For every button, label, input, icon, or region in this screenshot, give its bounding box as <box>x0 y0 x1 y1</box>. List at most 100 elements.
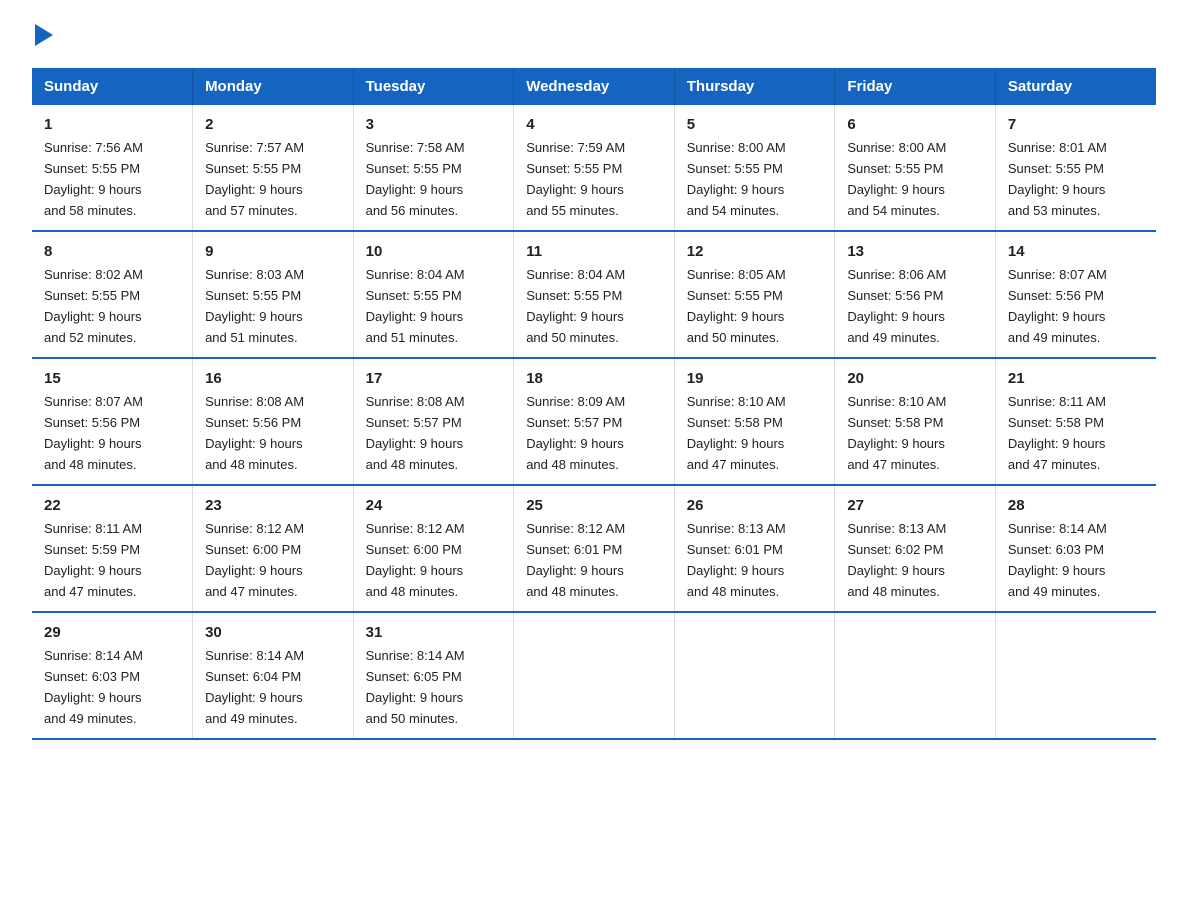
day-number: 21 <box>1008 367 1144 390</box>
day-number: 2 <box>205 113 341 136</box>
day-number: 30 <box>205 621 341 644</box>
day-number: 18 <box>526 367 662 390</box>
day-number: 29 <box>44 621 180 644</box>
day-info: Sunrise: 8:02 AMSunset: 5:55 PMDaylight:… <box>44 267 143 345</box>
day-info: Sunrise: 8:08 AMSunset: 5:56 PMDaylight:… <box>205 394 304 472</box>
calendar-cell: 13 Sunrise: 8:06 AMSunset: 5:56 PMDaylig… <box>835 231 996 358</box>
calendar-cell: 28 Sunrise: 8:14 AMSunset: 6:03 PMDaylig… <box>995 485 1156 612</box>
calendar-cell: 1 Sunrise: 7:56 AMSunset: 5:55 PMDayligh… <box>32 105 193 231</box>
calendar-header-row: SundayMondayTuesdayWednesdayThursdayFrid… <box>32 68 1156 105</box>
day-info: Sunrise: 8:14 AMSunset: 6:03 PMDaylight:… <box>1008 521 1107 599</box>
calendar-cell: 9 Sunrise: 8:03 AMSunset: 5:55 PMDayligh… <box>193 231 354 358</box>
header-sunday: Sunday <box>32 68 193 105</box>
day-info: Sunrise: 8:10 AMSunset: 5:58 PMDaylight:… <box>847 394 946 472</box>
day-info: Sunrise: 8:10 AMSunset: 5:58 PMDaylight:… <box>687 394 786 472</box>
header-friday: Friday <box>835 68 996 105</box>
calendar-week-row: 22 Sunrise: 8:11 AMSunset: 5:59 PMDaylig… <box>32 485 1156 612</box>
day-number: 23 <box>205 494 341 517</box>
header-tuesday: Tuesday <box>353 68 514 105</box>
day-info: Sunrise: 8:14 AMSunset: 6:04 PMDaylight:… <box>205 648 304 726</box>
calendar-cell: 21 Sunrise: 8:11 AMSunset: 5:58 PMDaylig… <box>995 358 1156 485</box>
calendar-cell: 14 Sunrise: 8:07 AMSunset: 5:56 PMDaylig… <box>995 231 1156 358</box>
day-number: 24 <box>366 494 502 517</box>
day-number: 3 <box>366 113 502 136</box>
day-info: Sunrise: 7:56 AMSunset: 5:55 PMDaylight:… <box>44 140 143 218</box>
calendar-cell: 5 Sunrise: 8:00 AMSunset: 5:55 PMDayligh… <box>674 105 835 231</box>
day-number: 14 <box>1008 240 1144 263</box>
calendar-cell: 4 Sunrise: 7:59 AMSunset: 5:55 PMDayligh… <box>514 105 675 231</box>
day-info: Sunrise: 8:06 AMSunset: 5:56 PMDaylight:… <box>847 267 946 345</box>
day-info: Sunrise: 8:11 AMSunset: 5:59 PMDaylight:… <box>44 521 142 599</box>
calendar-week-row: 8 Sunrise: 8:02 AMSunset: 5:55 PMDayligh… <box>32 231 1156 358</box>
day-info: Sunrise: 8:09 AMSunset: 5:57 PMDaylight:… <box>526 394 625 472</box>
day-number: 5 <box>687 113 823 136</box>
day-info: Sunrise: 8:11 AMSunset: 5:58 PMDaylight:… <box>1008 394 1106 472</box>
calendar-cell: 30 Sunrise: 8:14 AMSunset: 6:04 PMDaylig… <box>193 612 354 739</box>
calendar-cell: 27 Sunrise: 8:13 AMSunset: 6:02 PMDaylig… <box>835 485 996 612</box>
calendar-cell: 16 Sunrise: 8:08 AMSunset: 5:56 PMDaylig… <box>193 358 354 485</box>
calendar-cell: 25 Sunrise: 8:12 AMSunset: 6:01 PMDaylig… <box>514 485 675 612</box>
day-info: Sunrise: 8:13 AMSunset: 6:01 PMDaylight:… <box>687 521 786 599</box>
day-info: Sunrise: 8:04 AMSunset: 5:55 PMDaylight:… <box>366 267 465 345</box>
logo <box>32 24 53 50</box>
calendar-cell: 29 Sunrise: 8:14 AMSunset: 6:03 PMDaylig… <box>32 612 193 739</box>
calendar-cell: 15 Sunrise: 8:07 AMSunset: 5:56 PMDaylig… <box>32 358 193 485</box>
day-info: Sunrise: 7:59 AMSunset: 5:55 PMDaylight:… <box>526 140 625 218</box>
header-thursday: Thursday <box>674 68 835 105</box>
day-number: 20 <box>847 367 983 390</box>
day-info: Sunrise: 8:14 AMSunset: 6:05 PMDaylight:… <box>366 648 465 726</box>
calendar-cell: 11 Sunrise: 8:04 AMSunset: 5:55 PMDaylig… <box>514 231 675 358</box>
calendar-cell <box>835 612 996 739</box>
calendar-week-row: 15 Sunrise: 8:07 AMSunset: 5:56 PMDaylig… <box>32 358 1156 485</box>
calendar-cell: 7 Sunrise: 8:01 AMSunset: 5:55 PMDayligh… <box>995 105 1156 231</box>
calendar-cell: 26 Sunrise: 8:13 AMSunset: 6:01 PMDaylig… <box>674 485 835 612</box>
day-number: 13 <box>847 240 983 263</box>
calendar-cell: 3 Sunrise: 7:58 AMSunset: 5:55 PMDayligh… <box>353 105 514 231</box>
day-info: Sunrise: 8:00 AMSunset: 5:55 PMDaylight:… <box>687 140 786 218</box>
day-number: 31 <box>366 621 502 644</box>
day-info: Sunrise: 8:07 AMSunset: 5:56 PMDaylight:… <box>1008 267 1107 345</box>
day-number: 6 <box>847 113 983 136</box>
day-info: Sunrise: 8:05 AMSunset: 5:55 PMDaylight:… <box>687 267 786 345</box>
calendar-cell <box>674 612 835 739</box>
header <box>32 24 1156 50</box>
day-number: 9 <box>205 240 341 263</box>
calendar-cell: 23 Sunrise: 8:12 AMSunset: 6:00 PMDaylig… <box>193 485 354 612</box>
day-info: Sunrise: 8:12 AMSunset: 6:00 PMDaylight:… <box>205 521 304 599</box>
calendar-cell: 24 Sunrise: 8:12 AMSunset: 6:00 PMDaylig… <box>353 485 514 612</box>
day-number: 22 <box>44 494 180 517</box>
calendar-cell <box>514 612 675 739</box>
day-number: 12 <box>687 240 823 263</box>
calendar-cell: 2 Sunrise: 7:57 AMSunset: 5:55 PMDayligh… <box>193 105 354 231</box>
calendar-cell: 20 Sunrise: 8:10 AMSunset: 5:58 PMDaylig… <box>835 358 996 485</box>
day-info: Sunrise: 7:57 AMSunset: 5:55 PMDaylight:… <box>205 140 304 218</box>
day-info: Sunrise: 8:07 AMSunset: 5:56 PMDaylight:… <box>44 394 143 472</box>
calendar-cell: 6 Sunrise: 8:00 AMSunset: 5:55 PMDayligh… <box>835 105 996 231</box>
calendar-cell: 22 Sunrise: 8:11 AMSunset: 5:59 PMDaylig… <box>32 485 193 612</box>
header-wednesday: Wednesday <box>514 68 675 105</box>
day-info: Sunrise: 8:01 AMSunset: 5:55 PMDaylight:… <box>1008 140 1107 218</box>
day-number: 4 <box>526 113 662 136</box>
day-info: Sunrise: 8:14 AMSunset: 6:03 PMDaylight:… <box>44 648 143 726</box>
calendar-cell: 18 Sunrise: 8:09 AMSunset: 5:57 PMDaylig… <box>514 358 675 485</box>
day-number: 28 <box>1008 494 1144 517</box>
calendar-week-row: 29 Sunrise: 8:14 AMSunset: 6:03 PMDaylig… <box>32 612 1156 739</box>
calendar-cell <box>995 612 1156 739</box>
calendar-cell: 8 Sunrise: 8:02 AMSunset: 5:55 PMDayligh… <box>32 231 193 358</box>
calendar-cell: 31 Sunrise: 8:14 AMSunset: 6:05 PMDaylig… <box>353 612 514 739</box>
day-number: 16 <box>205 367 341 390</box>
header-saturday: Saturday <box>995 68 1156 105</box>
calendar-cell: 12 Sunrise: 8:05 AMSunset: 5:55 PMDaylig… <box>674 231 835 358</box>
calendar-cell: 10 Sunrise: 8:04 AMSunset: 5:55 PMDaylig… <box>353 231 514 358</box>
day-number: 15 <box>44 367 180 390</box>
day-number: 7 <box>1008 113 1144 136</box>
logo-arrow-icon <box>35 24 53 46</box>
day-number: 17 <box>366 367 502 390</box>
day-number: 10 <box>366 240 502 263</box>
day-info: Sunrise: 8:00 AMSunset: 5:55 PMDaylight:… <box>847 140 946 218</box>
day-info: Sunrise: 8:08 AMSunset: 5:57 PMDaylight:… <box>366 394 465 472</box>
day-number: 1 <box>44 113 180 136</box>
day-number: 11 <box>526 240 662 263</box>
day-number: 27 <box>847 494 983 517</box>
day-number: 25 <box>526 494 662 517</box>
